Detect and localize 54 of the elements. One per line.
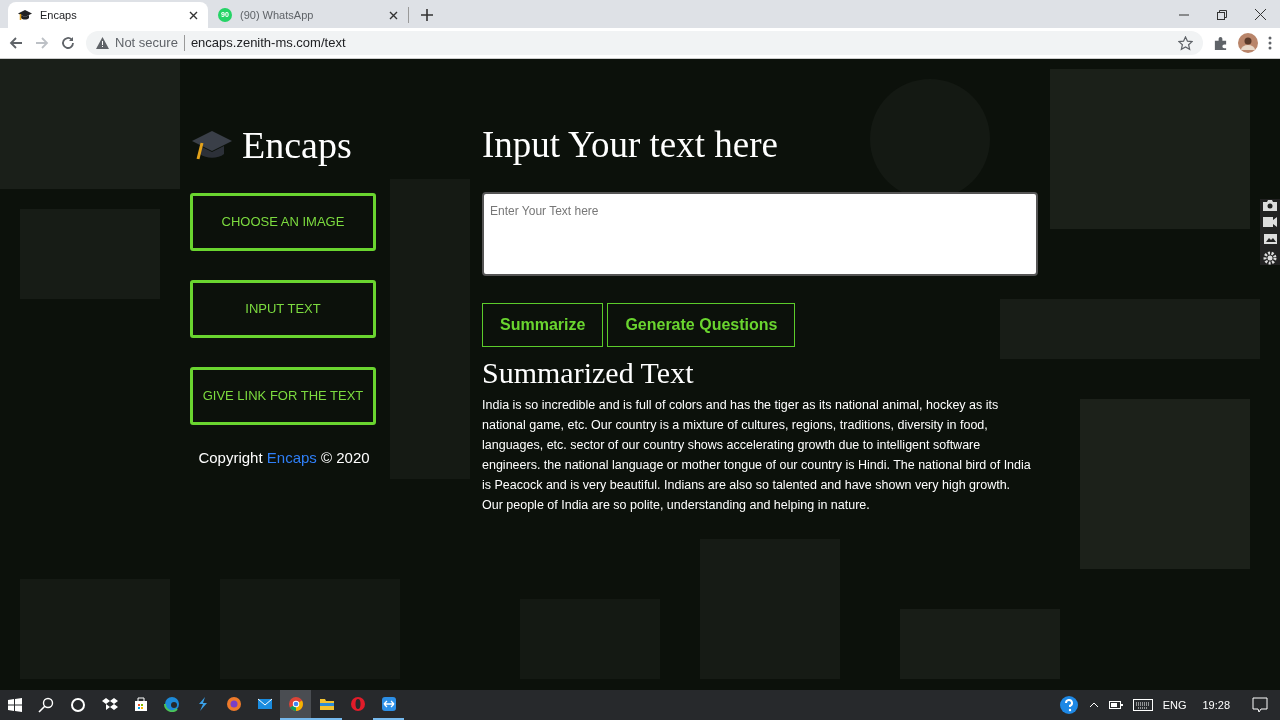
chrome-icon [287,696,304,712]
warning-icon [96,37,109,49]
graduation-cap-icon [18,8,32,22]
video-icon[interactable] [1263,217,1277,227]
reload-icon[interactable] [60,35,76,51]
keyboard-icon[interactable] [1132,699,1153,711]
security-label: Not secure [115,34,178,53]
close-icon[interactable] [189,10,198,20]
browser-icon [225,696,242,712]
settings-icon[interactable] [1263,251,1277,265]
text-input-field[interactable]: Enter Your Text here [482,192,1038,276]
circle-icon[interactable] [70,697,86,713]
puzzle-icon[interactable] [1213,35,1228,51]
notification-icon[interactable] [1252,697,1268,713]
search-icon[interactable] [38,697,54,713]
folder-icon [318,696,335,712]
copyright-text: Copyright Encaps © 2020 [197,448,371,468]
nav-button[interactable]: INPUT TEXT [190,280,376,338]
clock-text[interactable]: 19:28 [1202,696,1230,714]
battery-icon[interactable] [1108,701,1123,709]
tab-title: (90) WhatsApp [240,7,315,23]
action-button[interactable]: Summarize [482,303,604,347]
brand-link[interactable]: Encaps [266,449,317,466]
browser-icon [163,696,180,712]
close-icon[interactable] [389,10,398,20]
nav-button[interactable]: CHOOSE AN IMAGE [190,193,376,251]
windows-start-icon[interactable] [8,698,22,712]
nav-button[interactable]: GIVE LINK FOR THE TEXT [190,367,376,425]
help-icon[interactable] [1058,695,1079,715]
brand-title: Encaps [242,122,352,168]
camera-icon[interactable] [1263,199,1277,211]
section-heading: Summarized Text [482,355,695,391]
maximize-icon[interactable] [1217,10,1227,20]
mail-icon [256,696,273,712]
address-bar[interactable]: Not secure encaps.zenith-ms.com/text [86,31,1203,55]
action-button[interactable]: Generate Questions [607,303,796,347]
chevron-up-icon[interactable] [1088,702,1099,708]
url-text: encaps.zenith-ms.com/text [190,34,347,53]
page-heading: Input Your text here [482,125,779,165]
star-icon[interactable] [1178,35,1193,51]
dropbox-icon [101,696,118,712]
browser-tab[interactable]: Encaps [8,2,208,28]
store-bag-icon [132,696,149,712]
browser-icon [349,696,366,712]
menu-icon[interactable] [1268,36,1272,50]
tab-title: Encaps [40,7,78,23]
back-icon[interactable] [8,35,24,51]
language-indicator[interactable]: ENG [1162,696,1187,714]
new-tab-icon[interactable] [421,9,433,21]
avatar-icon[interactable] [1238,33,1258,53]
arrows-icon [380,696,397,712]
image-icon[interactable] [1263,233,1277,245]
close-icon[interactable] [1255,9,1266,20]
summary-paragraph: India is so incredible and is full of colors and has the tiger as its national animal, hockey as its national game, etc. Our country is a mixture of cultures, regions, traditions, diversity in food, languages, etc. sector of our country shows accelerating growth due to intelligent software engineers. the national language or mother tongue of our country is Hindi. The national bird of India is Peacock and is very beautiful. Indians are also so talented and have shown very high growth. Our people of India are so polite, understanding and helping in nature. [482,397,1032,514]
